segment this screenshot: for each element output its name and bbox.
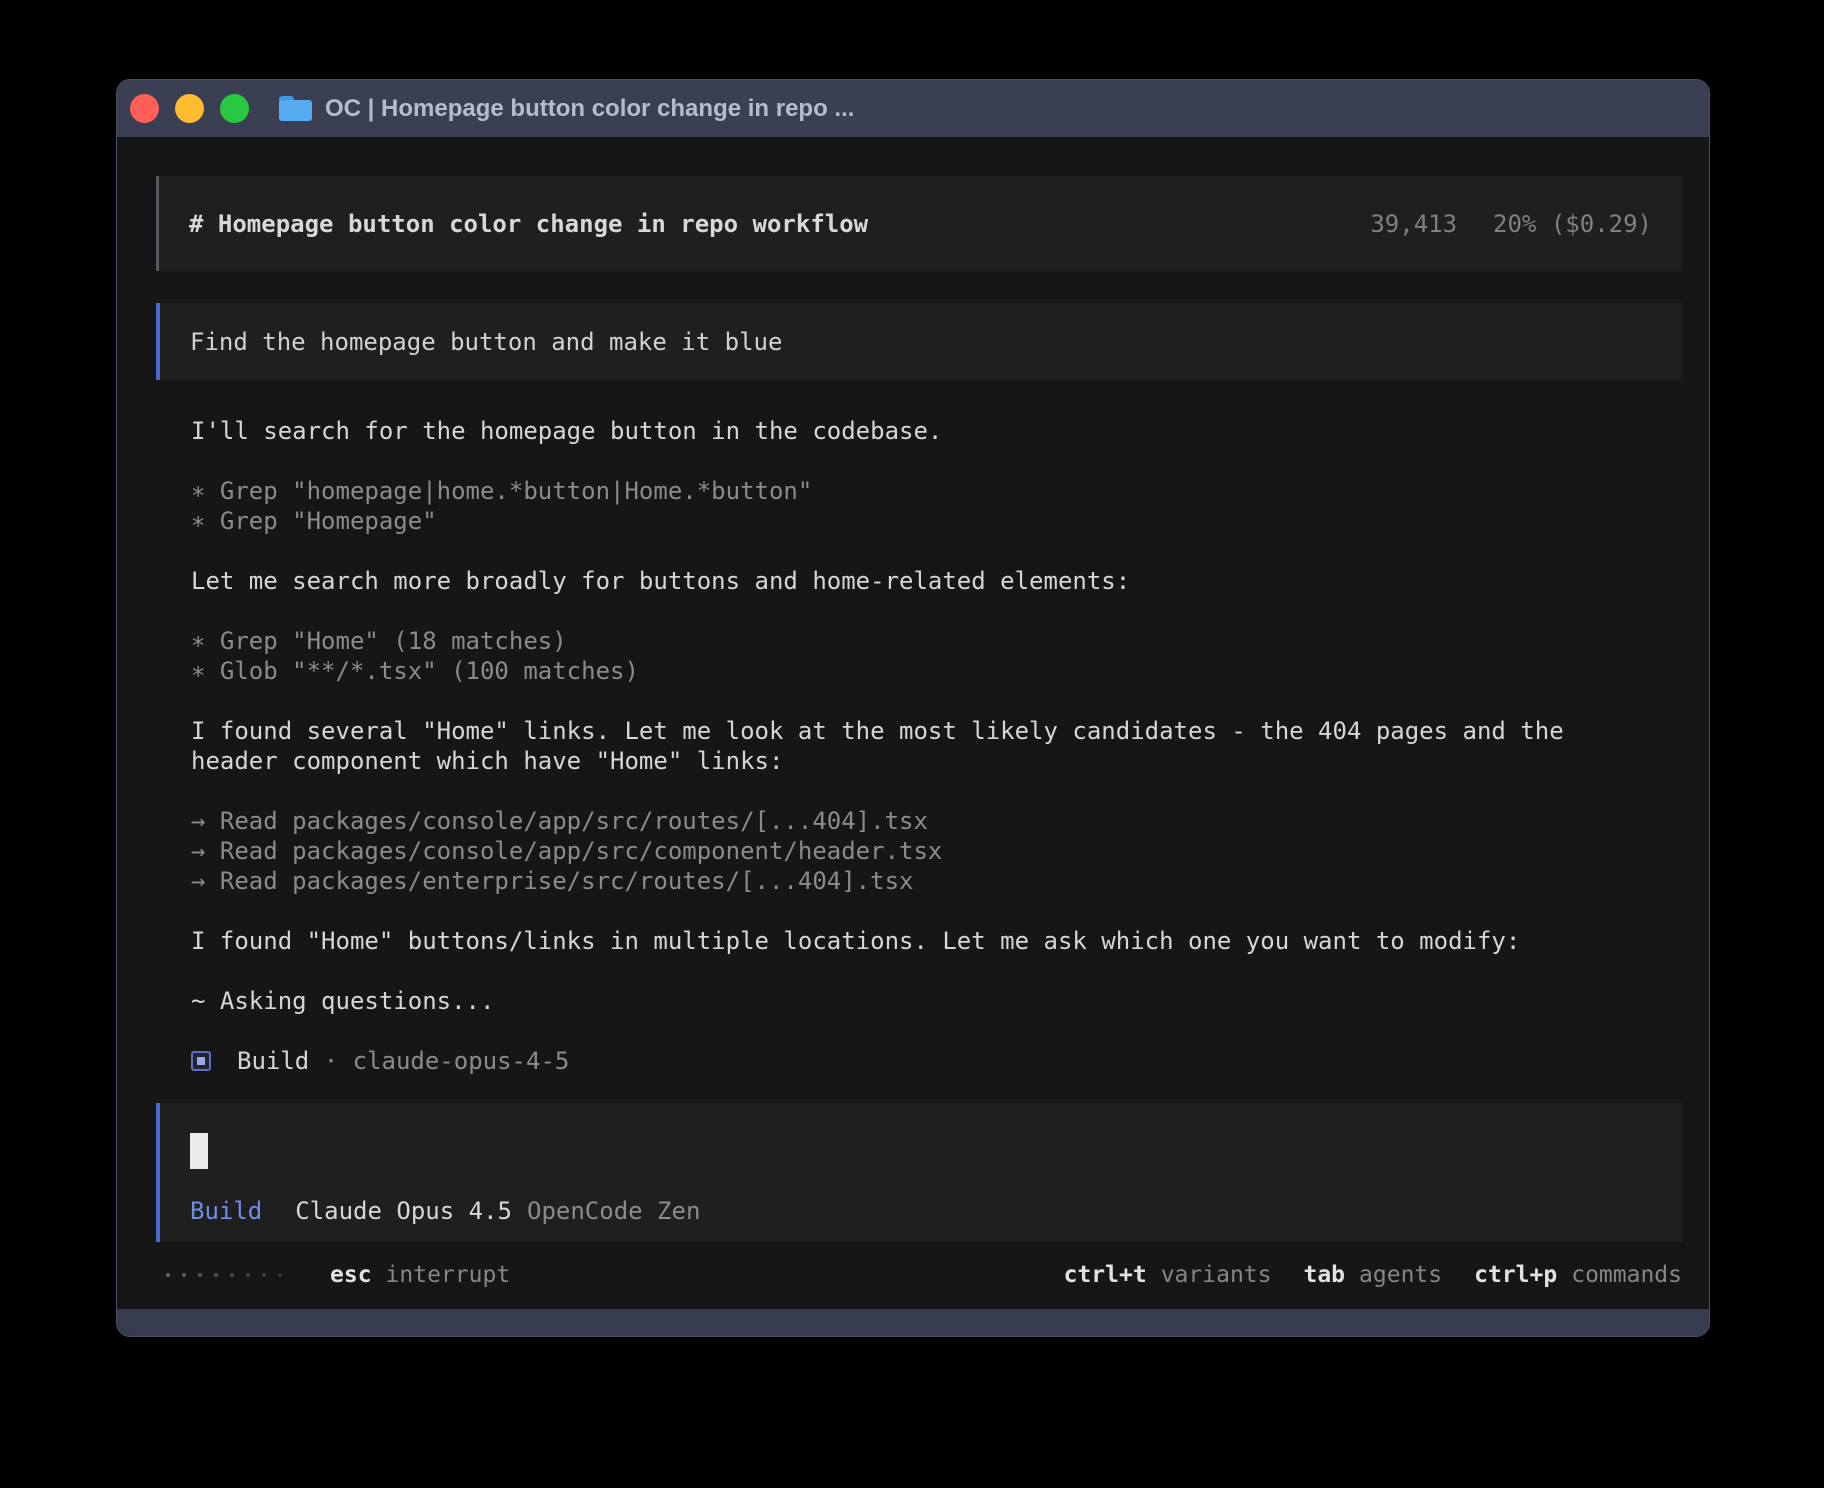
transcript-text: Let me search more broadly for buttons a… xyxy=(191,567,1131,595)
status-bar: esc interrupt ctrl+t variants tab agents… xyxy=(156,1260,1682,1290)
spinner-dot xyxy=(230,1273,234,1277)
transcript-text: Build xyxy=(237,1047,310,1075)
window-bottom-chrome xyxy=(117,1309,1709,1336)
variants-label: variants xyxy=(1160,1262,1272,1288)
agent-mode-label[interactable]: Build xyxy=(190,1197,262,1225)
transcript-line: Build · claude-opus-4-5 xyxy=(191,1046,1682,1076)
input-meta: Build Claude Opus 4.5 OpenCode Zen xyxy=(190,1197,1652,1225)
folder-icon xyxy=(279,96,312,121)
commands-hint: ctrl+p commands xyxy=(1474,1262,1682,1288)
token-count: 39,413 xyxy=(1370,209,1458,238)
interrupt-label: interrupt xyxy=(385,1262,511,1288)
terminal-content: # Homepage button color change in repo w… xyxy=(117,137,1709,1309)
minimize-button[interactable] xyxy=(175,94,204,123)
prompt-input[interactable]: Build Claude Opus 4.5 OpenCode Zen xyxy=(156,1103,1682,1242)
transcript-line xyxy=(191,896,1682,926)
transcript-text: header component which have "Home" links… xyxy=(191,747,784,775)
transcript-text: I found "Home" buttons/links in multiple… xyxy=(191,927,1521,955)
window-title: OC | Homepage button color change in rep… xyxy=(325,94,855,122)
transcript: I'll search for the homepage button in t… xyxy=(156,416,1682,1076)
transcript-line: Let me search more broadly for buttons a… xyxy=(191,566,1682,596)
session-header: # Homepage button color change in repo w… xyxy=(156,176,1682,271)
app-window: OC | Homepage button color change in rep… xyxy=(116,79,1710,1337)
spinner-dot xyxy=(278,1273,282,1277)
transcript-line: → Read packages/enterprise/src/routes/[.… xyxy=(191,866,1682,896)
spinner-dots xyxy=(166,1273,282,1277)
spinner-dot xyxy=(182,1273,186,1277)
commands-label: commands xyxy=(1571,1262,1682,1288)
transcript-line xyxy=(191,776,1682,806)
esc-key-label: esc xyxy=(330,1262,372,1288)
transcript-text: ∗ Glob "**/*.tsx" (100 matches) xyxy=(191,657,639,685)
transcript-text: ∗ Grep "Homepage" xyxy=(191,507,437,535)
transcript-line xyxy=(191,596,1682,626)
context-usage-cost: 20% ($0.29) xyxy=(1493,209,1652,238)
ctrl-t-key-label: ctrl+t xyxy=(1063,1262,1147,1288)
close-button[interactable] xyxy=(130,94,159,123)
transcript-text: · claude-opus-4-5 xyxy=(309,1047,570,1075)
transcript-line: I found "Home" buttons/links in multiple… xyxy=(191,926,1682,956)
spinner-dot xyxy=(166,1273,170,1277)
transcript-text: I found several "Home" links. Let me loo… xyxy=(191,717,1564,745)
transcript-line: ∗ Grep "Home" (18 matches) xyxy=(191,626,1682,656)
agents-hint: tab agents xyxy=(1303,1262,1442,1288)
text-cursor xyxy=(190,1133,208,1169)
transcript-text: → Read packages/console/app/src/componen… xyxy=(191,837,943,865)
transcript-line xyxy=(191,536,1682,566)
user-message: Find the homepage button and make it blu… xyxy=(156,303,1682,380)
transcript-line xyxy=(191,956,1682,986)
transcript-text: → Read packages/console/app/src/routes/[… xyxy=(191,807,928,835)
provider-label: OpenCode Zen xyxy=(527,1197,701,1225)
transcript-line xyxy=(191,446,1682,476)
session-title: # Homepage button color change in repo w… xyxy=(189,209,869,238)
transcript-text: → Read packages/enterprise/src/routes/[.… xyxy=(191,867,914,895)
transcript-text: ~ Asking questions... xyxy=(191,987,495,1015)
transcript-line: ∗ Grep "homepage|home.*button|Home.*butt… xyxy=(191,476,1682,506)
tab-key-label: tab xyxy=(1303,1262,1346,1288)
interrupt-hint: esc interrupt xyxy=(330,1262,510,1288)
transcript-line: ~ Asking questions... xyxy=(191,986,1682,1016)
transcript-line: I'll search for the homepage button in t… xyxy=(191,416,1682,446)
transcript-line: header component which have "Home" links… xyxy=(191,746,1682,776)
transcript-line xyxy=(191,686,1682,716)
spinner-dot xyxy=(198,1273,202,1277)
transcript-text: ∗ Grep "Home" (18 matches) xyxy=(191,627,567,655)
spinner-dot xyxy=(214,1273,218,1277)
user-message-text: Find the homepage button and make it blu… xyxy=(190,327,783,356)
ctrl-p-key-label: ctrl+p xyxy=(1474,1262,1558,1288)
variants-hint: ctrl+t variants xyxy=(1064,1262,1272,1288)
titlebar[interactable]: OC | Homepage button color change in rep… xyxy=(117,80,1709,137)
zoom-button[interactable] xyxy=(220,94,249,123)
transcript-line: ∗ Glob "**/*.tsx" (100 matches) xyxy=(191,656,1682,686)
transcript-line xyxy=(191,1016,1682,1046)
transcript-line: I found several "Home" links. Let me loo… xyxy=(191,716,1682,746)
title-group: OC | Homepage button color change in rep… xyxy=(279,95,854,123)
transcript-line: → Read packages/console/app/src/componen… xyxy=(191,836,1682,866)
spinner-dot xyxy=(262,1273,266,1277)
model-label[interactable]: Claude Opus 4.5 xyxy=(295,1197,512,1225)
build-agent-icon xyxy=(191,1051,211,1071)
traffic-lights xyxy=(130,94,249,123)
transcript-line: → Read packages/console/app/src/routes/[… xyxy=(191,806,1682,836)
session-stats: 39,413 20% ($0.29) xyxy=(1370,210,1652,238)
transcript-text: I'll search for the homepage button in t… xyxy=(191,417,943,445)
spinner-dot xyxy=(246,1273,250,1277)
transcript-text: ∗ Grep "homepage|home.*button|Home.*butt… xyxy=(191,477,813,505)
transcript-line: ∗ Grep "Homepage" xyxy=(191,506,1682,536)
agents-label: agents xyxy=(1359,1262,1443,1288)
